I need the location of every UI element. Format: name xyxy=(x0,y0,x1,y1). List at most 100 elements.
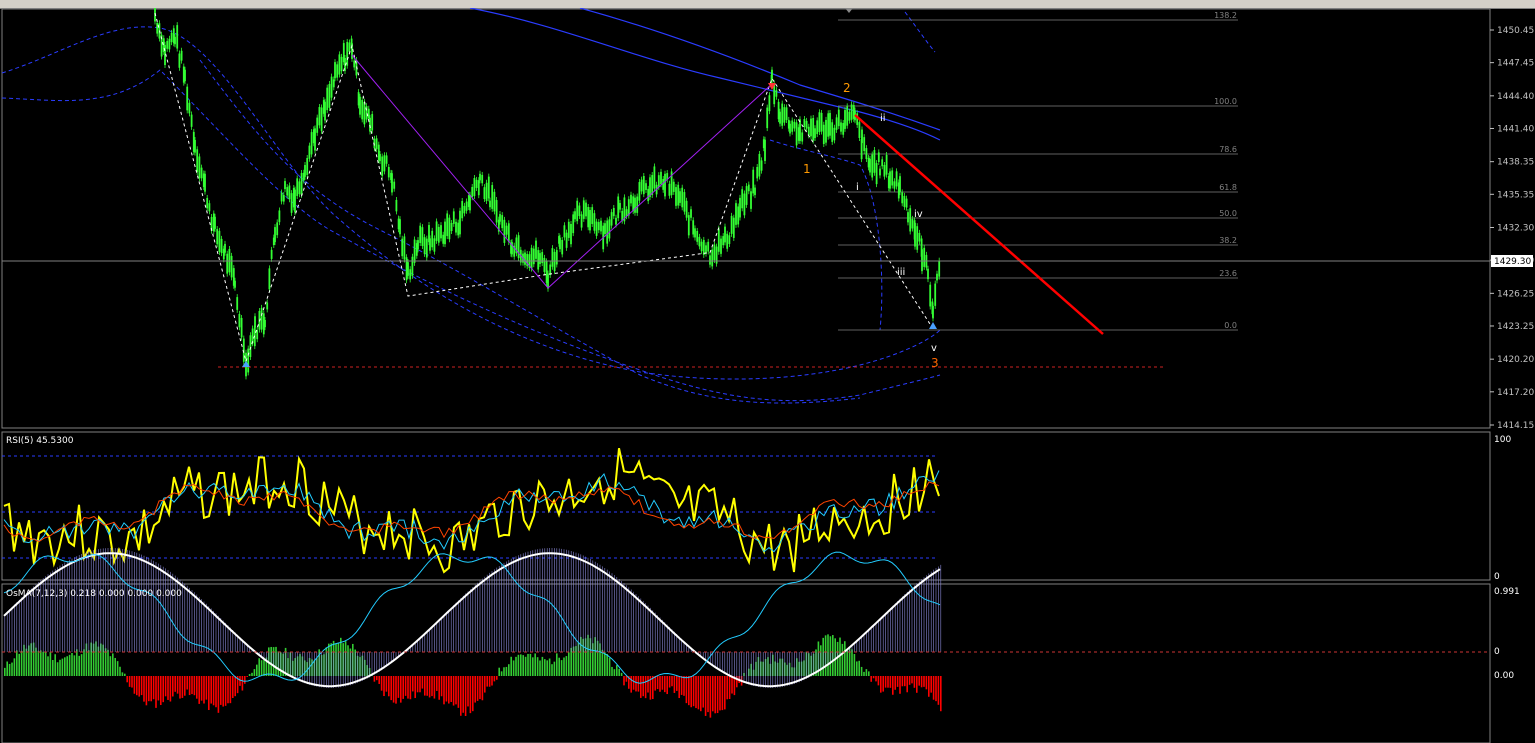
candle-body xyxy=(367,108,370,119)
osma-bar xyxy=(856,661,858,676)
osma-bar xyxy=(119,666,121,676)
price-axis: 1450.45 1447.45 1444.40 1441.40 1438.35 1435.… xyxy=(1490,26,1534,431)
osma-bar xyxy=(685,676,688,704)
osma-title: OsMA(7,12,3) 0.218 0.000 0.000 0.000 xyxy=(6,589,182,599)
candle-body xyxy=(752,169,755,194)
osma-bar xyxy=(644,676,647,699)
osma-bar xyxy=(472,676,474,712)
osma-bar xyxy=(83,649,85,676)
osma-bar xyxy=(474,676,476,703)
osma-bar xyxy=(124,673,126,676)
osma-bar xyxy=(200,676,203,701)
osma-bar xyxy=(426,676,428,696)
osma-bar xyxy=(176,676,179,694)
osma-bar xyxy=(671,676,673,687)
candle-body xyxy=(668,183,671,196)
osma-bar xyxy=(443,676,445,705)
candle-body xyxy=(457,222,460,236)
osma-bar xyxy=(683,676,685,696)
candle-body xyxy=(220,238,223,254)
candle-body xyxy=(442,234,445,244)
wave-label-i: i xyxy=(856,182,859,193)
osma-bar xyxy=(548,658,551,676)
candle-body xyxy=(768,95,771,112)
osma-bar xyxy=(930,676,932,693)
candle-body xyxy=(865,148,868,160)
osma-bar xyxy=(44,651,47,676)
osma-bar xyxy=(553,661,556,676)
price-tick-label: 1447.45 xyxy=(1497,59,1534,69)
candle-body xyxy=(840,122,842,132)
osma-bar xyxy=(606,653,608,676)
candle-body xyxy=(363,101,366,125)
candle-body xyxy=(530,247,533,269)
osma-bar xyxy=(901,676,904,687)
candle-body xyxy=(918,232,921,242)
candle-body xyxy=(732,217,735,238)
osma-bar xyxy=(464,676,467,717)
osma-bar xyxy=(544,659,546,676)
main-panel-frame xyxy=(1,8,1491,429)
osma-bar xyxy=(851,649,853,676)
wave-label-1: 1 xyxy=(803,162,811,176)
osma-bar xyxy=(419,676,421,693)
osma-bar xyxy=(54,654,56,676)
candle-body xyxy=(194,139,196,153)
osma-bar xyxy=(692,676,695,707)
osma-bar xyxy=(505,666,508,676)
candle-body xyxy=(692,220,695,235)
candle-body xyxy=(450,222,453,232)
candle-body xyxy=(493,191,496,212)
candle-body xyxy=(330,76,333,98)
candle-body xyxy=(756,166,759,179)
candle-body xyxy=(284,181,286,190)
osma-bar xyxy=(392,676,395,703)
candle-body xyxy=(760,160,763,171)
osma-bar xyxy=(121,672,124,676)
candle-body xyxy=(758,153,761,177)
osma-bar xyxy=(25,648,28,676)
osma-bar xyxy=(73,655,76,676)
candle-body xyxy=(264,319,266,328)
candle-body xyxy=(196,149,199,172)
candle-body xyxy=(889,171,891,189)
candle-body xyxy=(461,201,464,219)
osma-bar xyxy=(853,653,856,676)
osma-bar xyxy=(155,676,157,708)
candle-body xyxy=(696,230,699,242)
osma-bar xyxy=(234,676,236,697)
osma-bar xyxy=(611,666,613,676)
candle-body xyxy=(543,257,546,272)
osma-bar xyxy=(613,669,616,676)
candle-body xyxy=(831,122,834,142)
osma-bar xyxy=(659,676,661,692)
osma-bar xyxy=(445,676,448,702)
candle-body xyxy=(916,226,919,250)
osma-bar xyxy=(412,676,414,692)
candle-body xyxy=(687,215,690,236)
osma-bar xyxy=(630,676,632,693)
candle-body xyxy=(863,137,866,152)
candle-body xyxy=(871,154,874,178)
candle-body xyxy=(574,211,576,220)
osma-bar xyxy=(618,668,620,676)
osma-bar xyxy=(668,676,671,688)
candle-body xyxy=(820,112,823,132)
osma-bar xyxy=(844,641,846,676)
candle-body xyxy=(387,167,390,178)
candle-body xyxy=(314,128,316,151)
candle-body xyxy=(690,209,692,218)
candle-body xyxy=(381,156,384,176)
osma-bar xyxy=(128,676,131,687)
candle-body xyxy=(413,239,416,263)
candle-body xyxy=(567,221,570,238)
osma-bar xyxy=(680,676,683,695)
candle-body xyxy=(240,317,243,338)
candle-body xyxy=(810,118,812,137)
osma-bar xyxy=(604,652,606,676)
osma-bar xyxy=(647,676,649,693)
osma-bar xyxy=(251,672,253,676)
candle-body xyxy=(927,268,929,280)
osma-bar xyxy=(625,676,628,682)
candle-body xyxy=(324,101,326,121)
